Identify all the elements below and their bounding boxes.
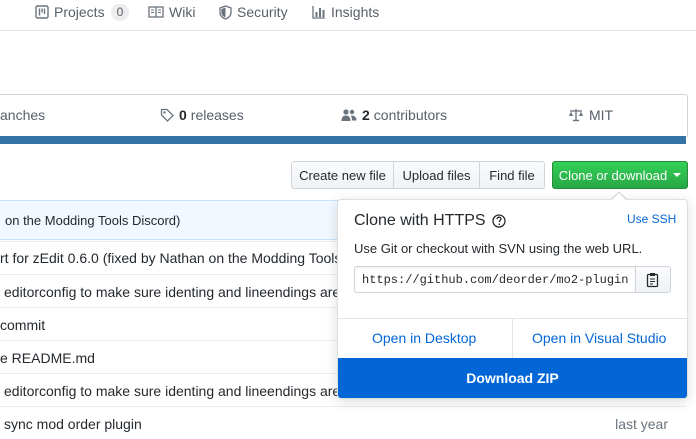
dropdown-caret-inner <box>612 193 626 200</box>
clone-or-download-button[interactable]: Clone or download <box>552 161 688 189</box>
upload-files-button[interactable]: Upload files <box>393 161 480 189</box>
graph-icon <box>312 6 325 19</box>
tab-wiki-label: Wiki <box>169 4 196 20</box>
projects-counter: 0 <box>110 3 130 21</box>
book-icon <box>148 6 164 18</box>
license-label: MIT <box>589 107 614 123</box>
clone-or-download-label: Clone or download <box>558 167 668 183</box>
tab-insights[interactable]: Insights <box>312 3 379 21</box>
releases-count: 0 <box>179 107 187 123</box>
dropdown-divider-vertical <box>512 318 513 358</box>
project-icon <box>35 5 49 19</box>
tab-insights-label: Insights <box>331 4 380 20</box>
language-bar[interactable] <box>0 136 686 144</box>
tag-icon <box>160 108 174 122</box>
commit-age: last year <box>615 416 668 432</box>
people-icon <box>341 109 357 121</box>
table-row: sync mod order plugin last year <box>0 406 686 439</box>
commit-message[interactable]: editorconfig to make sure identing and l… <box>4 284 340 300</box>
tab-security[interactable]: Security <box>219 3 288 21</box>
branches-link[interactable]: anches <box>0 107 45 123</box>
create-new-file-label: Create new file <box>299 167 386 183</box>
open-in-visual-studio-link[interactable]: Open in Visual Studio <box>532 330 666 346</box>
releases-link[interactable]: 0 releases <box>160 107 244 123</box>
find-file-label: Find file <box>489 167 535 183</box>
question-icon[interactable] <box>491 214 506 228</box>
contributors-link[interactable]: 2 contributors <box>341 107 447 123</box>
clone-description: Use Git or checkout with SVN using the w… <box>354 241 643 256</box>
branches-label: anches <box>0 107 46 123</box>
tab-projects-label: Projects <box>54 4 105 20</box>
commit-message[interactable]: commit <box>0 317 45 333</box>
repo-nav: Projects 0 Wiki Security Insights <box>0 0 696 31</box>
tab-security-label: Security <box>237 4 288 20</box>
create-new-file-button[interactable]: Create new file <box>291 161 394 189</box>
contributors-count: 2 <box>362 107 370 123</box>
commit-message[interactable]: editorconfig to make sure identing and l… <box>4 383 340 399</box>
clone-title: Clone with HTTPS <box>354 212 506 230</box>
commit-message[interactable]: e README.md <box>0 350 95 366</box>
releases-label: releases <box>190 107 244 123</box>
find-file-button[interactable]: Find file <box>479 161 545 189</box>
commit-message[interactable]: rt for zEdit 0.6.0 (fixed by Nathan on t… <box>0 250 341 266</box>
use-ssh-link[interactable]: Use SSH <box>627 212 676 226</box>
upload-files-label: Upload files <box>402 167 471 183</box>
license-link[interactable]: MIT <box>568 107 613 123</box>
clippy-icon <box>646 272 659 287</box>
clone-title-text: Clone with HTTPS <box>354 212 486 229</box>
law-icon <box>569 109 583 122</box>
tab-wiki[interactable]: Wiki <box>148 3 195 21</box>
download-zip-button[interactable]: Download ZIP <box>338 358 687 398</box>
commit-message[interactable]: sync mod order plugin <box>4 416 142 432</box>
copy-url-button[interactable] <box>635 266 671 293</box>
clone-url-input[interactable] <box>354 266 636 293</box>
commit-banner-text[interactable]: on the Modding Tools Discord) <box>5 213 180 228</box>
contributors-label: contributors <box>373 107 447 123</box>
shield-icon <box>219 4 232 20</box>
download-zip-label: Download ZIP <box>466 370 559 386</box>
tab-projects[interactable]: Projects 0 <box>35 3 130 21</box>
caret-down-icon <box>673 173 682 177</box>
open-in-desktop-link[interactable]: Open in Desktop <box>372 330 476 346</box>
